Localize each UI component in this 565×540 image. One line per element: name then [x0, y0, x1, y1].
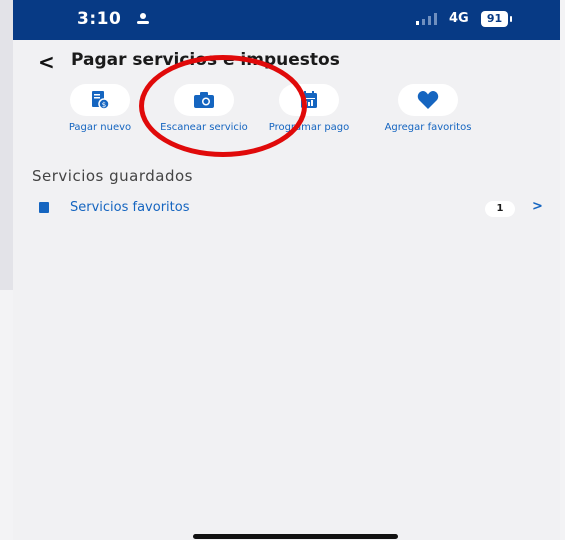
chevron-right-icon: > [532, 199, 543, 214]
network-type: 4G [449, 11, 469, 26]
action-label: Pagar nuevo [68, 122, 132, 133]
svg-text:$: $ [102, 101, 106, 109]
new-bill-icon: $ [92, 91, 110, 110]
battery-indicator: 91 [481, 11, 512, 27]
action-pill [279, 84, 339, 116]
status-time: 3:10 [77, 9, 122, 29]
action-pagar-nuevo[interactable]: $ Pagar nuevo [40, 84, 160, 133]
action-pill [398, 84, 458, 116]
action-agregar-favoritos[interactable]: Agregar favoritos [368, 84, 488, 133]
status-bar: 3:10 4G 91 [13, 0, 560, 40]
action-label: Programar pago [268, 122, 350, 133]
action-escanear-servicio[interactable]: Escanear servicio [144, 84, 264, 133]
list-icon [39, 202, 49, 213]
action-pill: $ [70, 84, 130, 116]
heart-icon [417, 91, 439, 109]
list-item-servicios-favoritos[interactable]: Servicios favoritos 1 > [13, 190, 560, 226]
background-stripe [0, 0, 14, 290]
camera-icon [194, 92, 214, 108]
signal-icon [416, 13, 437, 25]
app-header: < Pagar servicios e impuestos [13, 40, 560, 80]
person-icon [137, 13, 149, 24]
back-button[interactable]: < [38, 50, 55, 74]
page-title: Pagar servicios e impuestos [71, 50, 340, 70]
section-title: Servicios guardados [32, 167, 193, 185]
list-item-label: Servicios favoritos [70, 200, 190, 215]
phone-screen: 3:10 4G 91 < Pagar servicios e impuestos… [13, 0, 560, 540]
home-indicator [193, 534, 398, 539]
action-label: Agregar favoritos [384, 122, 472, 133]
action-programar-pago[interactable]: Programar pago [249, 84, 369, 133]
calendar-icon [301, 91, 317, 108]
action-label: Escanear servicio [160, 122, 248, 133]
count-badge: 1 [485, 201, 515, 217]
action-pill [174, 84, 234, 116]
